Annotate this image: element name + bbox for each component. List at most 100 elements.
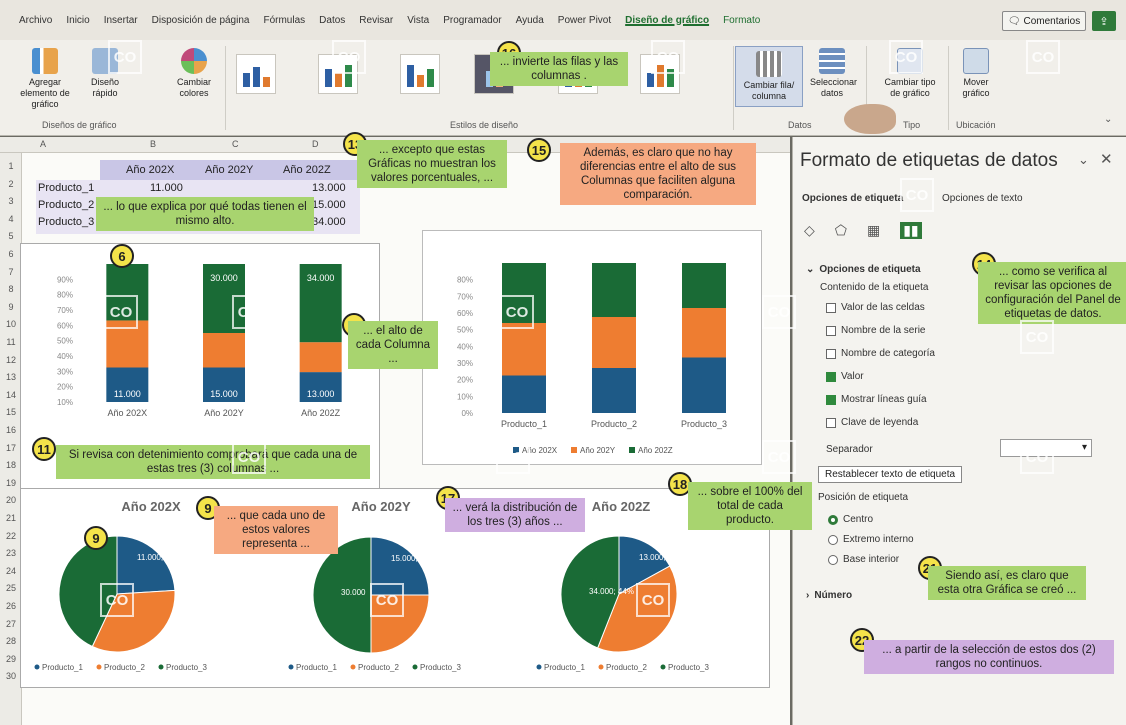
collapse-icon: ⌄: [806, 264, 815, 275]
fill-icon[interactable]: ◇: [804, 222, 815, 239]
option-label: Extremo interno: [843, 534, 914, 545]
tab-text-options[interactable]: Opciones de texto: [942, 193, 1023, 204]
quick-layout-label: Diseño rápido: [90, 77, 119, 98]
label-position-radio[interactable]: Extremo interno: [828, 534, 914, 545]
label-option-checkbox[interactable]: Valor: [826, 371, 864, 382]
label-option-checkbox[interactable]: Nombre de la serie: [826, 325, 925, 336]
row-header[interactable]: 17: [0, 443, 22, 453]
chart-style-3[interactable]: [400, 54, 440, 94]
watermark-logo: CO: [100, 583, 134, 617]
watermark-logo: CO: [232, 295, 266, 329]
y-tick-label: 40%: [457, 342, 473, 351]
legend-swatch: [598, 664, 604, 670]
separator-label: Separador: [826, 444, 873, 455]
chart-style-1[interactable]: [236, 54, 276, 94]
label-options-section[interactable]: ⌄ Opciones de etiqueta: [806, 264, 921, 275]
size-icon[interactable]: ▦: [867, 222, 880, 239]
row-header[interactable]: 19: [0, 478, 22, 488]
row-header[interactable]: 24: [0, 566, 22, 576]
row-header[interactable]: 9: [0, 302, 22, 312]
reset-label-text-button[interactable]: Restablecer texto de etiqueta: [818, 466, 963, 483]
row-label-cell: Producto_1: [38, 182, 95, 194]
value-cell: 15.000: [312, 199, 346, 211]
label-position-radio[interactable]: Base interior: [828, 554, 899, 565]
change-colors-button[interactable]: Cambiar colores: [172, 48, 216, 99]
row-header[interactable]: 23: [0, 548, 22, 558]
row-header[interactable]: 5: [0, 231, 22, 241]
watermark-logo: CO: [651, 40, 685, 74]
row-header[interactable]: 20: [0, 495, 22, 505]
ribbon-tab[interactable]: Revisar: [352, 15, 400, 26]
row-header[interactable]: 28: [0, 636, 22, 646]
ribbon-tab[interactable]: Disposición de página: [145, 15, 257, 26]
row-header[interactable]: 4: [0, 214, 22, 224]
row-header[interactable]: 25: [0, 583, 22, 593]
row-header[interactable]: 2: [0, 179, 22, 189]
ribbon-tab[interactable]: Inicio: [59, 15, 96, 26]
close-icon[interactable]: ✕: [1100, 150, 1113, 168]
label-option-checkbox[interactable]: Nombre de categoría: [826, 348, 935, 359]
switch-row-column-button[interactable]: Cambiar fila/ columna: [735, 46, 803, 107]
effects-icon[interactable]: ⬠: [835, 222, 847, 239]
row-header[interactable]: 30: [0, 671, 22, 681]
y-tick-label: 30%: [457, 359, 473, 368]
row-header[interactable]: 29: [0, 654, 22, 664]
ribbon-tab[interactable]: Diseño de gráfico: [618, 15, 716, 26]
pie-title: Año 202Z: [592, 499, 651, 514]
row-header[interactable]: 16: [0, 425, 22, 435]
ribbon-separator: [948, 46, 949, 130]
share-button[interactable]: ⇪: [1092, 11, 1116, 31]
row-label-cell: Producto_3: [38, 216, 95, 228]
row-header[interactable]: 12: [0, 355, 22, 365]
ribbon-tab[interactable]: Formato: [716, 15, 767, 26]
row-header[interactable]: 27: [0, 619, 22, 629]
bar-chart-icon[interactable]: ▮▮: [900, 222, 922, 239]
label-option-checkbox[interactable]: Clave de leyenda: [826, 417, 918, 428]
ribbon-tab[interactable]: Power Pivot: [551, 15, 618, 26]
column-header[interactable]: D: [312, 139, 319, 149]
row-header[interactable]: 21: [0, 513, 22, 523]
label-position-radio[interactable]: Centro: [828, 514, 873, 525]
row-header[interactable]: 8: [0, 284, 22, 294]
ribbon-tab[interactable]: Datos: [312, 15, 352, 26]
pane-dropdown-icon[interactable]: ⌄: [1078, 152, 1089, 168]
badge-11: 11: [32, 437, 56, 461]
stacked-chart-by-product[interactable]: 0% 10% 20% 30% 40% 50% 60% 70% 80% Producto_1 Prod…: [422, 230, 762, 465]
data-label: 13.000: [307, 389, 335, 399]
row-header[interactable]: 1: [0, 161, 22, 171]
comments-button[interactable]: 🗨 Comentarios: [1002, 11, 1086, 31]
ribbon-tab[interactable]: Archivo: [12, 15, 59, 26]
ribbon-collapse-icon[interactable]: ⌄: [1104, 114, 1112, 125]
row-header[interactable]: 7: [0, 267, 22, 277]
move-chart-button[interactable]: Mover gráfico: [954, 48, 998, 99]
row-header[interactable]: 11: [0, 337, 22, 347]
x-tick-label: Año 202X: [108, 408, 148, 418]
row-header[interactable]: 10: [0, 319, 22, 329]
ribbon-tab[interactable]: Ayuda: [509, 15, 551, 26]
label-option-checkbox[interactable]: Mostrar líneas guía: [826, 394, 927, 405]
tab-label-options[interactable]: Opciones de etiqueta: [802, 193, 903, 204]
column-header[interactable]: A: [40, 139, 46, 149]
row-header[interactable]: 26: [0, 601, 22, 611]
row-header[interactable]: 3: [0, 196, 22, 206]
add-chart-element-button[interactable]: Agregar elemento de gráfico: [10, 48, 80, 110]
ribbon-tab[interactable]: Vista: [400, 15, 436, 26]
ribbon-tab[interactable]: Fórmulas: [256, 15, 312, 26]
label-option-checkbox[interactable]: Valor de las celdas: [826, 302, 925, 313]
option-label: Valor: [841, 371, 864, 382]
y-tick-label: 50%: [57, 337, 73, 346]
row-header[interactable]: 13: [0, 372, 22, 382]
column-header[interactable]: B: [150, 139, 156, 149]
header-cell: Año 202Z: [283, 164, 331, 176]
row-header[interactable]: 6: [0, 249, 22, 259]
row-header[interactable]: 14: [0, 390, 22, 400]
select-data-button[interactable]: Seleccionar datos: [810, 48, 857, 99]
row-header[interactable]: 22: [0, 531, 22, 541]
row-header[interactable]: 18: [0, 460, 22, 470]
column-header[interactable]: C: [232, 139, 239, 149]
number-section[interactable]: › Número: [806, 590, 852, 601]
row-header[interactable]: 15: [0, 407, 22, 417]
ribbon-tab[interactable]: Insertar: [97, 15, 145, 26]
ribbon-tab[interactable]: Programador: [436, 15, 508, 26]
section-label: Opciones de etiqueta: [819, 264, 921, 275]
